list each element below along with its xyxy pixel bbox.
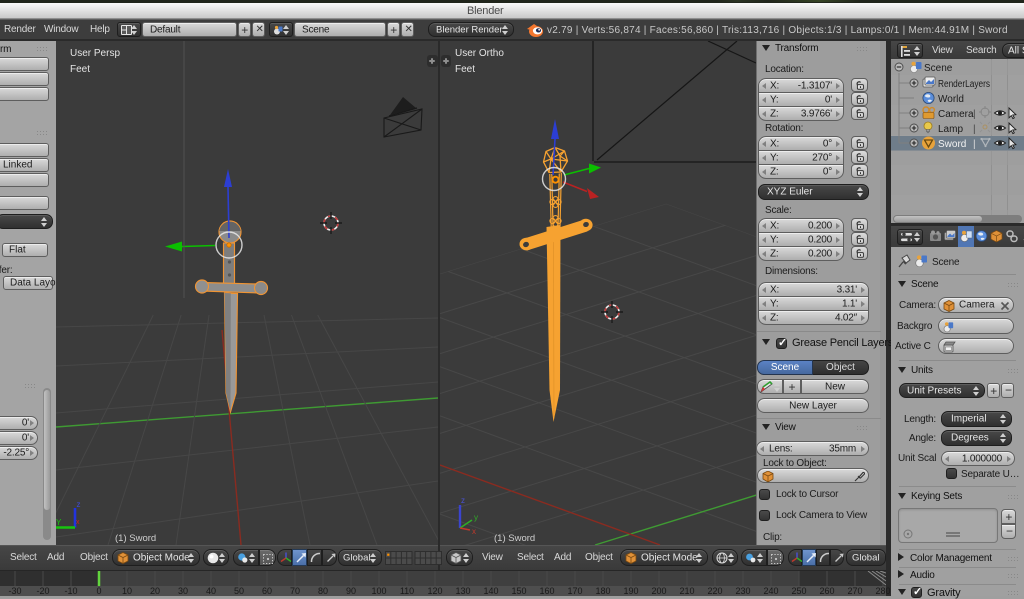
svg-text:RenderLayers: RenderLayers bbox=[938, 79, 990, 90]
svg-text:y: y bbox=[474, 513, 478, 522]
svg-text:Scene: Scene bbox=[924, 63, 953, 74]
svg-text:|: | bbox=[973, 109, 976, 120]
svg-text:(1) Sword: (1) Sword bbox=[494, 533, 535, 544]
svg-text:|: | bbox=[973, 139, 976, 150]
svg-text:Lamp: Lamp bbox=[938, 124, 963, 135]
svg-text:World: World bbox=[938, 94, 964, 105]
svg-text:(1) Sword: (1) Sword bbox=[115, 533, 156, 544]
svg-text:z: z bbox=[461, 496, 465, 505]
svg-text:User Ortho: User Ortho bbox=[455, 48, 504, 59]
svg-text:Camera: Camera bbox=[938, 109, 974, 120]
svg-text:User Persp: User Persp bbox=[70, 48, 120, 59]
svg-text:x: x bbox=[76, 519, 80, 526]
svg-text:x: x bbox=[472, 527, 476, 536]
svg-text:Feet: Feet bbox=[70, 64, 90, 75]
svg-text:z: z bbox=[77, 500, 81, 509]
svg-text:Y: Y bbox=[56, 518, 62, 527]
svg-text:Feet: Feet bbox=[455, 64, 475, 75]
svg-text:Sword: Sword bbox=[938, 139, 966, 150]
svg-text:|: | bbox=[973, 124, 976, 135]
